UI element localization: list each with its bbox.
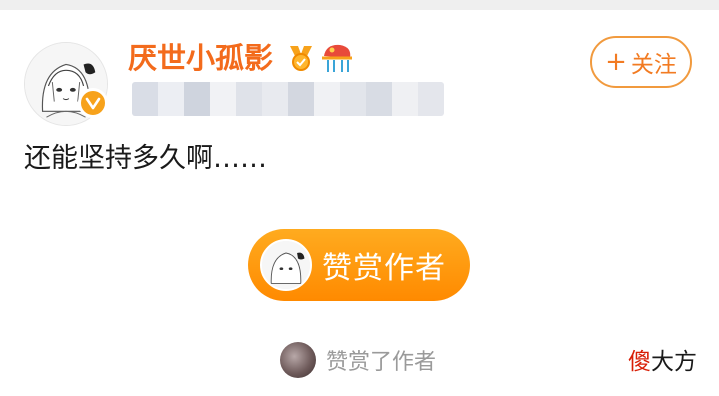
tip-button-label: 赞赏作者 <box>322 251 446 286</box>
post-text: 还能坚持多久啊…… <box>24 143 267 174</box>
tip-avatar <box>260 239 312 291</box>
hat-icon <box>322 44 352 72</box>
anime-girl-avatar-icon <box>262 241 310 289</box>
follow-button[interactable]: + 关注 <box>590 36 692 88</box>
follow-label: 关注 <box>630 52 677 78</box>
watermark-rest: 大方 <box>651 349 697 375</box>
tippers-row[interactable]: 赞赏了作者 <box>280 340 436 380</box>
top-divider-strip <box>0 0 719 10</box>
tipper-avatar[interactable] <box>280 342 316 378</box>
watermark: 傻大方 <box>628 342 697 376</box>
verified-v-icon <box>85 97 101 110</box>
blurred-post-meta <box>132 82 444 116</box>
username[interactable]: 厌世小孤影 <box>128 38 273 78</box>
plus-icon: + <box>605 47 627 77</box>
medal-icon <box>290 46 312 71</box>
verified-badge <box>78 88 108 118</box>
tippers-label: 赞赏了作者 <box>326 350 437 375</box>
tip-author-button[interactable]: 赞赏作者 <box>248 229 470 301</box>
watermark-first-char: 傻 <box>628 349 651 375</box>
